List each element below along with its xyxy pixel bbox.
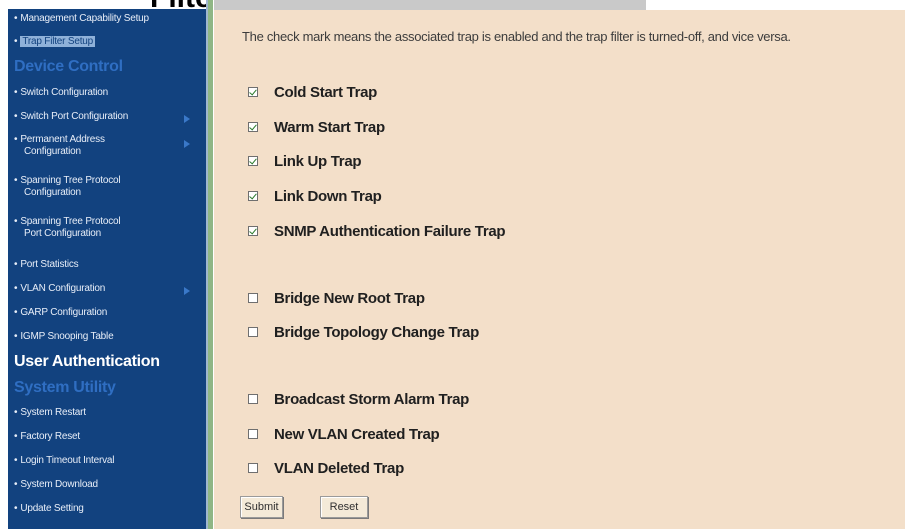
trap-label: SNMP Authentication Failure Trap: [274, 222, 506, 240]
checkbox[interactable]: [248, 327, 258, 337]
trap-label: Bridge New Root Trap: [274, 289, 425, 307]
trap-label: VLAN Deleted Trap: [274, 459, 404, 477]
sidebar-item-igmp-snooping[interactable]: • IGMP Snooping Table: [14, 331, 114, 343]
checkbox[interactable]: [248, 463, 258, 473]
bullet-icon: •: [14, 111, 18, 122]
trap-row[interactable]: Bridge Topology Change Trap: [248, 322, 479, 342]
bullet-icon: •: [14, 175, 18, 186]
bullet-icon: •: [14, 307, 18, 318]
sidebar-item-garp-config[interactable]: • GARP Configuration: [14, 307, 107, 319]
bullet-icon: •: [14, 259, 18, 270]
sidebar-item-vlan-config[interactable]: • VLAN Configuration: [14, 283, 105, 295]
bullet-icon: •: [14, 331, 18, 342]
expand-arrow-icon: [184, 287, 190, 295]
trap-row[interactable]: VLAN Deleted Trap: [248, 458, 404, 478]
sidebar-item-permanent-address[interactable]: • Permanent Address Configuration: [14, 134, 105, 158]
checkbox[interactable]: [248, 122, 258, 132]
checkbox[interactable]: [248, 293, 258, 303]
trap-row[interactable]: Cold Start Trap: [248, 82, 377, 102]
section-user-authentication[interactable]: User Authentication: [14, 353, 160, 371]
frame-separator[interactable]: [206, 0, 214, 529]
bullet-icon: •: [14, 87, 18, 98]
sidebar-item-login-timeout[interactable]: • Login Timeout Interval: [14, 455, 115, 467]
trap-row[interactable]: Warm Start Trap: [248, 117, 385, 137]
trap-label: Warm Start Trap: [274, 118, 385, 136]
expand-arrow-icon: [184, 140, 190, 148]
submit-button[interactable]: Submit: [240, 496, 283, 518]
trap-row[interactable]: Broadcast Storm Alarm Trap: [248, 389, 469, 409]
checkbox[interactable]: [248, 156, 258, 166]
expand-arrow-icon: [184, 115, 190, 123]
sidebar-item-switch-config[interactable]: • Switch Configuration: [14, 87, 108, 99]
section-system-utility: System Utility: [14, 379, 116, 396]
checkbox[interactable]: [248, 394, 258, 404]
sidebar-item-stp-port-config[interactable]: • Spanning Tree Protocol Port Configurati…: [14, 216, 121, 240]
description-text: The check mark means the associated trap…: [242, 29, 791, 44]
bullet-icon: •: [14, 216, 18, 227]
checkbox[interactable]: [248, 87, 258, 97]
trap-row[interactable]: New VLAN Created Trap: [248, 424, 440, 444]
sidebar-item-stp-config[interactable]: • Spanning Tree Protocol Configuration: [14, 175, 121, 199]
title-bar: [214, 0, 646, 10]
bullet-icon: •: [14, 283, 18, 294]
checkbox[interactable]: [248, 191, 258, 201]
bullet-icon: •: [14, 455, 18, 466]
sidebar-item-port-statistics[interactable]: • Port Statistics: [14, 259, 79, 271]
trap-row[interactable]: SNMP Authentication Failure Trap: [248, 221, 506, 241]
sidebar-item-management-capability[interactable]: • Management Capability Setup: [14, 13, 149, 25]
bullet-icon: •: [14, 431, 18, 442]
bullet-icon: •: [14, 407, 18, 418]
section-device-control: Device Control: [14, 58, 123, 75]
checkbox[interactable]: [248, 226, 258, 236]
sidebar-item-system-download[interactable]: • System Download: [14, 479, 98, 491]
reset-button[interactable]: Reset: [320, 496, 368, 518]
trap-row[interactable]: Link Up Trap: [248, 151, 362, 171]
bullet-icon: •: [14, 503, 18, 514]
main-content: The check mark means the associated trap…: [214, 10, 905, 529]
trap-row[interactable]: Bridge New Root Trap: [248, 288, 425, 308]
sidebar-nav: • Management Capability Setup • Trap Filte…: [8, 9, 206, 529]
trap-label: Cold Start Trap: [274, 83, 378, 101]
bullet-icon: •: [14, 479, 18, 490]
sidebar-item-switch-port-config[interactable]: • Switch Port Configuration: [14, 111, 128, 123]
trap-label: Bridge Topology Change Trap: [274, 323, 479, 341]
trap-label: Broadcast Storm Alarm Trap: [274, 390, 470, 408]
bullet-icon: •: [14, 13, 18, 24]
trap-label: Link Down Trap: [274, 187, 382, 205]
bullet-icon: •: [14, 134, 18, 145]
sidebar-item-factory-reset[interactable]: • Factory Reset: [14, 431, 80, 443]
trap-label: Link Up Trap: [274, 152, 362, 170]
sidebar-item-update-setting[interactable]: • Update Setting: [14, 503, 84, 515]
sidebar-item-trap-filter[interactable]: • Trap Filter Setup: [14, 36, 96, 48]
trap-label: New VLAN Created Trap: [274, 425, 440, 443]
checkbox[interactable]: [248, 429, 258, 439]
trap-row[interactable]: Link Down Trap: [248, 186, 382, 206]
bullet-icon: •: [14, 36, 18, 47]
sidebar-item-system-restart[interactable]: • System Restart: [14, 407, 86, 419]
